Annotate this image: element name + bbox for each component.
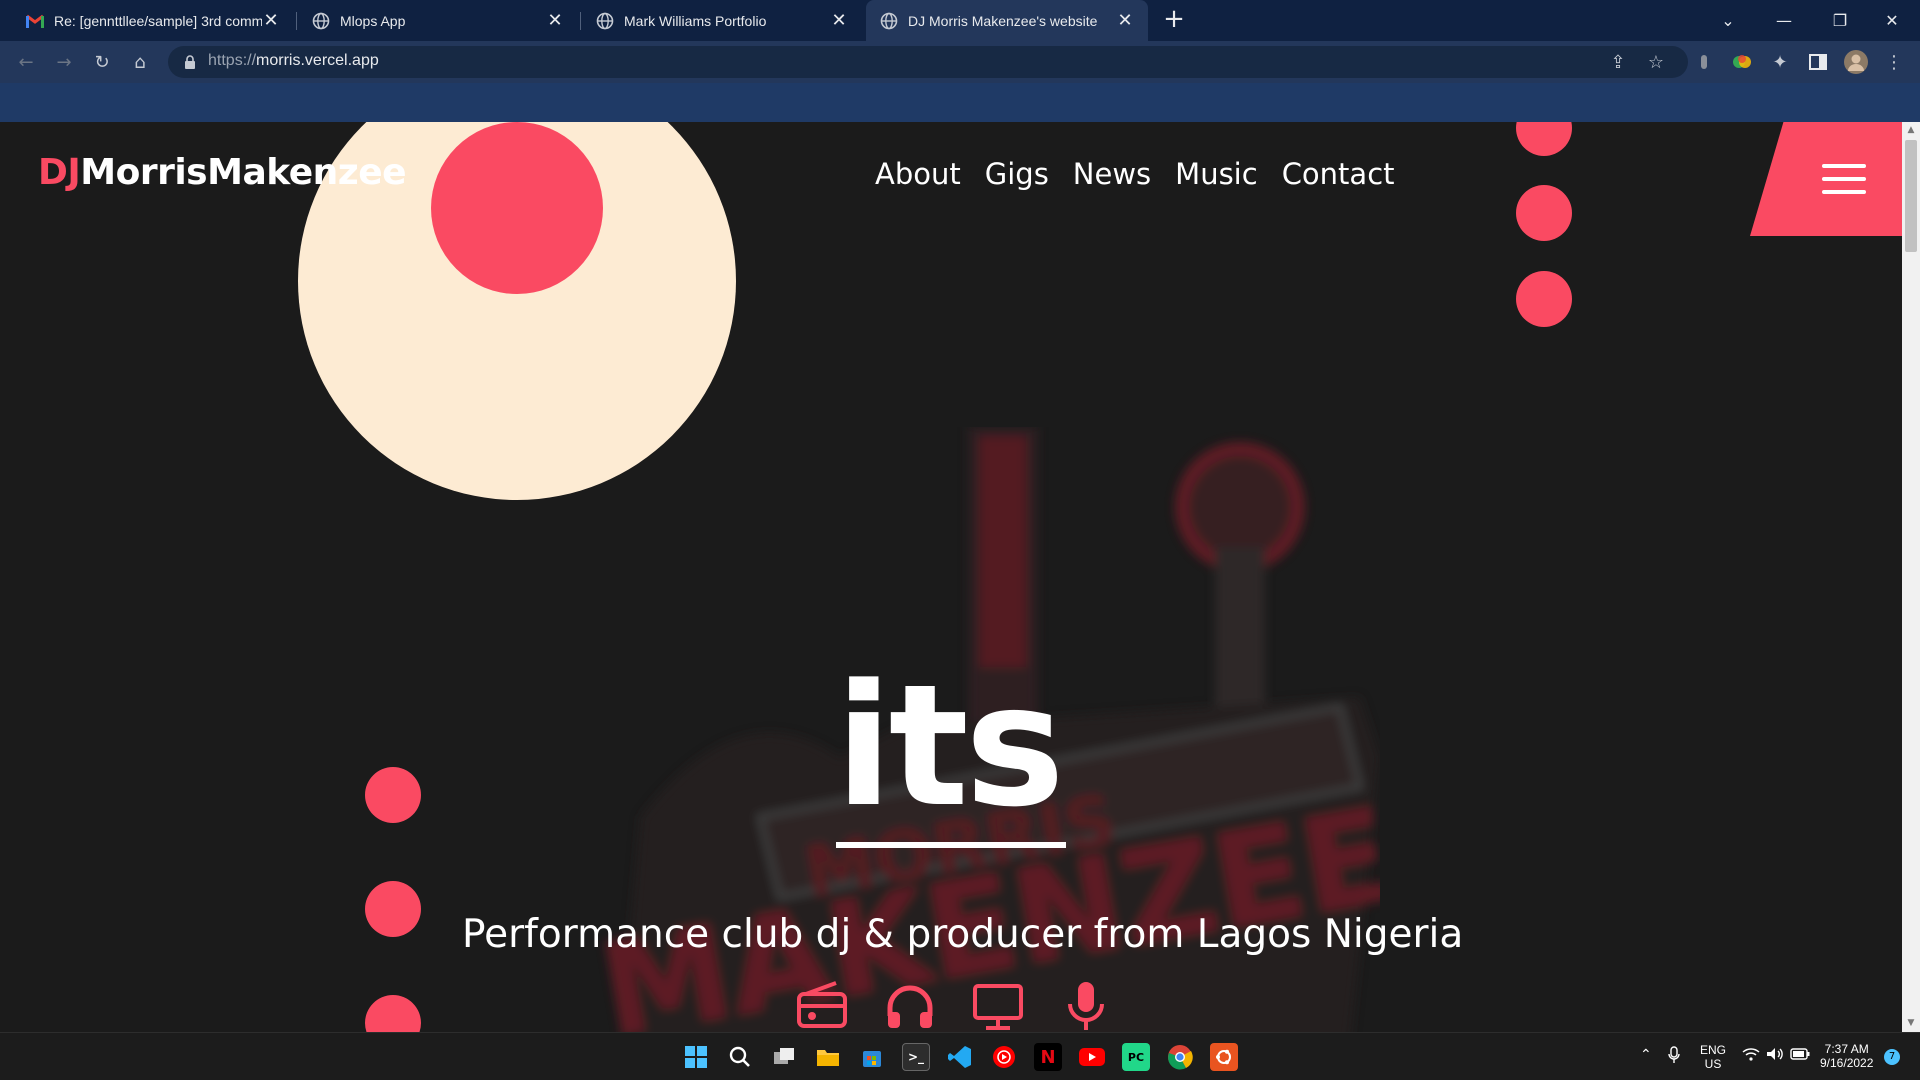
volume-icon[interactable] xyxy=(1766,1047,1784,1064)
notification-badge[interactable]: 7 xyxy=(1884,1049,1900,1065)
tab-divider xyxy=(296,12,297,30)
nav-music[interactable]: Music xyxy=(1175,157,1258,191)
url-text: https://morris.vercel.app xyxy=(208,52,379,69)
browser-toolbar: ← → ↻ ⌂ https://morris.vercel.app ⇪ ☆ ✦ … xyxy=(0,41,1920,83)
tray-overflow-chevron-icon[interactable]: ⌃ xyxy=(1640,1047,1652,1061)
page-scrollbar[interactable]: ▲ ▼ xyxy=(1902,122,1920,1032)
battery-icon[interactable] xyxy=(1790,1048,1810,1063)
tab-mark-williams[interactable]: Mark Williams Portfolio ✕ xyxy=(582,0,862,41)
hero-word: its xyxy=(835,648,1065,844)
scroll-up-arrow-icon[interactable]: ▲ xyxy=(1906,125,1916,135)
hero-icon-row xyxy=(796,980,1112,1032)
tab-gmail[interactable]: Re: [gennttllee/sample] 3rd comm ✕ xyxy=(12,0,294,41)
site-logo[interactable]: DJMorrisMakenzee xyxy=(38,152,407,193)
extensions-puzzle-icon[interactable]: ✦ xyxy=(1768,50,1792,74)
decorative-dot xyxy=(365,881,421,937)
nav-contact[interactable]: Contact xyxy=(1282,157,1395,191)
logo-prefix: DJ xyxy=(38,152,81,193)
clock-time: 7:37 AM xyxy=(1824,1042,1869,1056)
decorative-red-circle xyxy=(431,122,603,294)
close-tab-icon[interactable]: ✕ xyxy=(546,10,564,31)
new-tab-button[interactable]: + xyxy=(1160,6,1188,34)
bookmarks-bar xyxy=(0,83,1920,122)
browser-tab-strip: Re: [gennttllee/sample] 3rd comm ✕ Mlops… xyxy=(0,0,1920,41)
side-panel-icon[interactable] xyxy=(1806,50,1830,74)
profile-avatar[interactable] xyxy=(1844,50,1868,74)
microphone-icon[interactable] xyxy=(1060,980,1112,1032)
tab-title: DJ Morris Makenzee's website xyxy=(908,12,1098,29)
extension-colorful-icon[interactable] xyxy=(1730,50,1754,74)
windows-start-icon[interactable] xyxy=(682,1043,710,1071)
file-explorer-icon[interactable] xyxy=(814,1043,842,1071)
main-nav: About Gigs News Music Contact xyxy=(875,157,1395,191)
globe-icon xyxy=(880,12,898,30)
tab-search-chevron-icon[interactable]: ⌄ xyxy=(1700,0,1756,41)
browser-menu-icon[interactable]: ⋮ xyxy=(1882,50,1906,74)
forward-arrow-icon[interactable]: → xyxy=(52,50,76,74)
hamburger-menu-icon[interactable] xyxy=(1822,164,1866,194)
clock-date: 9/16/2022 xyxy=(1820,1056,1874,1070)
tab-dj-morris[interactable]: DJ Morris Makenzee's website ✕ xyxy=(866,0,1148,41)
page-viewport: DJMorrisMakenzee About Gigs News Music C… xyxy=(0,122,1902,1032)
minimize-button[interactable]: — xyxy=(1756,0,1812,41)
tab-title: Mlops App xyxy=(340,12,406,29)
language-code: ENG xyxy=(1700,1043,1727,1057)
extension-pin-icon[interactable] xyxy=(1692,50,1716,74)
language-indicator[interactable]: ENG US xyxy=(1700,1043,1726,1071)
hero-tagline: Performance club dj & producer from Lago… xyxy=(462,912,1464,957)
hero-underline xyxy=(836,842,1066,848)
restore-button[interactable]: ❐ xyxy=(1812,0,1868,41)
nav-gigs[interactable]: Gigs xyxy=(985,157,1049,191)
tab-title: Re: [gennttllee/sample] 3rd comm xyxy=(54,12,262,29)
youtube-music-icon[interactable] xyxy=(990,1043,1018,1071)
decorative-dot xyxy=(1516,185,1572,241)
keyboard-region: US xyxy=(1704,1057,1722,1071)
address-bar[interactable]: https://morris.vercel.app ⇪ ☆ xyxy=(168,46,1688,78)
task-view-icon[interactable] xyxy=(770,1043,798,1071)
close-tab-icon[interactable]: ✕ xyxy=(1116,10,1134,31)
youtube-icon[interactable] xyxy=(1078,1043,1106,1071)
vscode-icon[interactable] xyxy=(946,1043,974,1071)
monitor-icon[interactable] xyxy=(972,980,1024,1032)
decorative-dot xyxy=(365,995,421,1032)
pycharm-icon[interactable]: PC xyxy=(1122,1043,1150,1071)
close-tab-icon[interactable]: ✕ xyxy=(262,10,280,31)
tab-divider xyxy=(580,12,581,30)
netflix-icon[interactable]: N xyxy=(1034,1043,1062,1071)
microphone-tray-icon[interactable] xyxy=(1668,1046,1680,1067)
globe-icon xyxy=(596,12,614,30)
wifi-icon[interactable] xyxy=(1742,1047,1760,1064)
close-window-button[interactable]: ✕ xyxy=(1864,0,1920,41)
lock-icon xyxy=(185,55,195,69)
search-icon[interactable] xyxy=(726,1043,754,1071)
clock[interactable]: 7:37 AM 9/16/2022 xyxy=(1820,1042,1873,1070)
decorative-dot xyxy=(1516,122,1572,156)
headphones-icon[interactable] xyxy=(884,980,936,1032)
home-icon[interactable]: ⌂ xyxy=(128,50,152,74)
microsoft-store-icon[interactable] xyxy=(858,1043,886,1071)
scroll-down-arrow-icon[interactable]: ▼ xyxy=(1906,1018,1916,1028)
chrome-icon[interactable] xyxy=(1166,1043,1194,1071)
logo-name: MorrisMakenzee xyxy=(80,152,407,193)
globe-icon xyxy=(312,12,330,30)
ubuntu-icon[interactable] xyxy=(1210,1043,1238,1071)
share-icon[interactable]: ⇪ xyxy=(1606,50,1630,74)
decorative-dot xyxy=(1516,271,1572,327)
nav-news[interactable]: News xyxy=(1073,157,1151,191)
gmail-icon xyxy=(26,12,44,30)
radio-icon[interactable] xyxy=(796,980,848,1032)
tab-title: Mark Williams Portfolio xyxy=(624,12,767,29)
scrollbar-thumb[interactable] xyxy=(1905,140,1917,252)
bookmark-star-icon[interactable]: ☆ xyxy=(1644,50,1668,74)
reload-icon[interactable]: ↻ xyxy=(90,50,114,74)
terminal-icon[interactable]: >_ xyxy=(902,1043,930,1071)
windows-taskbar: >_ N PC ⌃ ENG US 7:37 AM 9/16/2022 7 xyxy=(0,1032,1920,1080)
nav-about[interactable]: About xyxy=(875,157,961,191)
tab-mlops[interactable]: Mlops App ✕ xyxy=(298,0,578,41)
back-arrow-icon[interactable]: ← xyxy=(14,50,38,74)
close-tab-icon[interactable]: ✕ xyxy=(830,10,848,31)
decorative-dot xyxy=(365,767,421,823)
